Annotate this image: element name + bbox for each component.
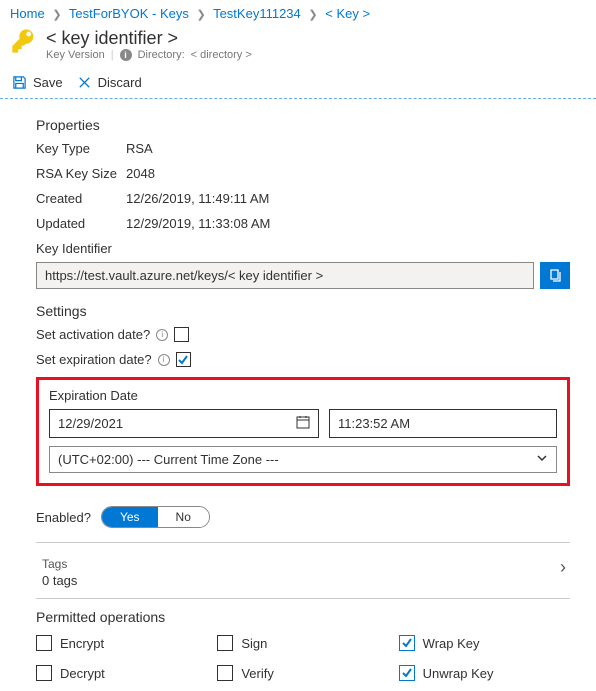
enabled-label: Enabled? <box>36 510 91 525</box>
tags-row[interactable]: Tags 0 tags › <box>36 553 570 598</box>
chevron-down-icon <box>536 452 548 467</box>
divider <box>36 542 570 543</box>
activation-label: Set activation date? <box>36 327 150 342</box>
copy-icon <box>547 268 563 284</box>
decrypt-label: Decrypt <box>60 666 105 681</box>
tags-label: Tags <box>42 557 77 571</box>
settings-heading: Settings <box>36 303 570 319</box>
enabled-toggle[interactable]: Yes No <box>101 506 210 528</box>
enabled-yes[interactable]: Yes <box>102 507 158 527</box>
save-icon <box>12 75 27 90</box>
save-button[interactable]: Save <box>12 75 63 90</box>
enabled-no[interactable]: No <box>158 507 209 527</box>
toolbar: Save Discard <box>0 69 596 98</box>
wrap-label: Wrap Key <box>423 636 480 651</box>
keyid-label: Key Identifier <box>36 241 570 256</box>
decrypt-checkbox[interactable] <box>36 665 52 681</box>
keysize-label: RSA Key Size <box>36 166 126 181</box>
copy-button[interactable] <box>540 262 570 289</box>
updated-label: Updated <box>36 216 126 231</box>
properties-heading: Properties <box>36 117 570 133</box>
info-icon[interactable]: i <box>120 49 132 61</box>
chevron-right-icon: ❯ <box>196 9 205 21</box>
wrap-checkbox[interactable] <box>399 635 415 651</box>
expiration-checkbox[interactable] <box>176 352 191 367</box>
updated-value: 12/29/2019, 11:33:08 AM <box>126 216 270 231</box>
expiration-time-input[interactable]: 11:23:52 AM <box>329 409 557 438</box>
expiration-label: Set expiration date? <box>36 352 152 367</box>
created-label: Created <box>36 191 126 206</box>
breadcrumb-key[interactable]: TestKey111234 <box>213 6 301 21</box>
encrypt-label: Encrypt <box>60 636 104 651</box>
expiration-date-input[interactable]: 12/29/2021 <box>49 409 319 438</box>
page-title: < key identifier > <box>46 27 252 49</box>
divider <box>0 98 596 99</box>
breadcrumb-home[interactable]: Home <box>10 6 45 21</box>
encrypt-checkbox[interactable] <box>36 635 52 651</box>
help-icon[interactable]: i <box>156 329 168 341</box>
keytype-value: RSA <box>126 141 153 156</box>
chevron-right-icon: › <box>560 557 570 578</box>
expiration-date-section: Expiration Date 12/29/2021 11:23:52 AM (… <box>36 377 570 486</box>
unwrap-checkbox[interactable] <box>399 665 415 681</box>
key-icon <box>10 27 38 55</box>
sign-label: Sign <box>241 636 267 651</box>
unwrap-label: Unwrap Key <box>423 666 494 681</box>
timezone-select[interactable]: (UTC+02:00) --- Current Time Zone --- <box>49 446 557 473</box>
page-header: < key identifier > Key Version | i Direc… <box>0 25 596 69</box>
breadcrumb-vault[interactable]: TestForBYOK - Keys <box>69 6 189 21</box>
chevron-right-icon: ❯ <box>308 9 317 21</box>
directory-label: Directory: <box>138 49 185 61</box>
verify-checkbox[interactable] <box>217 665 233 681</box>
breadcrumb: Home ❯ TestForBYOK - Keys ❯ TestKey11123… <box>0 0 596 25</box>
directory-value: < directory > <box>191 49 252 61</box>
activation-checkbox[interactable] <box>174 327 189 342</box>
created-value: 12/26/2019, 11:49:11 AM <box>126 191 269 206</box>
permitted-ops-heading: Permitted operations <box>36 609 570 625</box>
help-icon[interactable]: i <box>158 354 170 366</box>
tags-count: 0 tags <box>42 573 77 588</box>
discard-button[interactable]: Discard <box>77 75 142 90</box>
chevron-right-icon: ❯ <box>52 9 61 21</box>
breadcrumb-version[interactable]: < Key > <box>325 6 370 21</box>
subtitle-keyversion: Key Version <box>46 49 105 61</box>
calendar-icon <box>296 415 310 432</box>
verify-label: Verify <box>241 666 274 681</box>
keytype-label: Key Type <box>36 141 126 156</box>
sign-checkbox[interactable] <box>217 635 233 651</box>
keysize-value: 2048 <box>126 166 155 181</box>
divider <box>36 598 570 599</box>
close-icon <box>77 75 92 90</box>
expiration-date-heading: Expiration Date <box>49 388 557 403</box>
keyid-input[interactable]: https://test.vault.azure.net/keys/< key … <box>36 262 534 289</box>
